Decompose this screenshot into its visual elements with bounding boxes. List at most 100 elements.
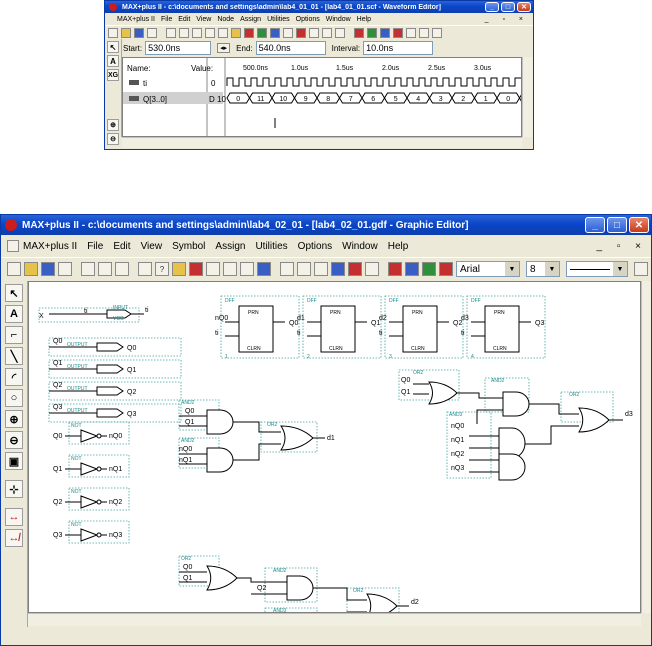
undo-icon[interactable] [138,262,152,276]
help-pointer-icon[interactable] [218,28,228,38]
message-processor-icon[interactable] [348,262,362,276]
programmer-icon[interactable] [331,262,345,276]
end-time-field[interactable]: 540.0ns [255,41,326,55]
close-button[interactable]: ✕ [517,2,531,12]
zoom-in-icon[interactable]: ⊕ [5,410,23,428]
fit-window-icon[interactable]: ▣ [5,452,23,470]
floorplan-icon[interactable] [206,262,220,276]
save-check-icon[interactable] [223,262,237,276]
zoom-out-icon[interactable]: ⊖ [107,133,119,145]
menu-utilities[interactable]: Utilities [267,16,290,23]
rubberbanding-on-icon[interactable]: ↔ [5,508,23,526]
clock-icon[interactable] [419,28,429,38]
menu-assign[interactable]: Assign [240,16,261,23]
circle-icon[interactable]: ○ [5,389,23,407]
timing-analyzer-icon[interactable] [314,262,328,276]
menu-file[interactable]: File [161,16,172,23]
arc-tool-icon[interactable] [439,262,453,276]
save-icon[interactable] [41,262,55,276]
paste-icon[interactable] [115,262,129,276]
cursor-arrows[interactable]: ◂▸ [217,43,231,53]
print-icon[interactable] [147,28,157,38]
line-width-icon[interactable] [634,262,648,276]
waveform-vertical-scrollbar[interactable] [522,57,533,137]
project-save-compile-icon[interactable] [322,28,332,38]
font-name-select[interactable]: Arial ▼ [456,261,520,277]
menu-window[interactable]: Window [326,16,351,23]
new-file-icon[interactable] [108,28,118,38]
report-icon[interactable] [365,262,379,276]
simulator-icon[interactable] [270,28,280,38]
text-tool-icon[interactable]: A [107,55,119,67]
save-simulate-icon[interactable] [257,262,271,276]
graphic-horizontal-scrollbar[interactable] [28,613,641,626]
menu-view[interactable]: View [141,241,163,252]
new-file-icon[interactable] [7,262,21,276]
selection-tool-icon[interactable]: ↖ [5,284,23,302]
overwrite-x-icon[interactable] [380,28,390,38]
signal-row-q[interactable]: Q[3..0] D 10 011109876543210111098 [123,92,522,104]
menu-node[interactable]: Node [217,16,234,23]
zoom-fit-icon[interactable] [432,28,442,38]
schematic-canvas[interactable]: Xti INPUT VCC ti Q0 OUTPUT Q0 Q1 OUTPUT Q1 Q2 OUTPU… [28,281,641,613]
print-icon[interactable] [58,262,72,276]
floorplan-icon[interactable] [244,28,254,38]
simulator-icon[interactable] [297,262,311,276]
graphic-vertical-scrollbar[interactable] [641,281,651,613]
menu-options[interactable]: Options [298,241,332,252]
hierarchy-icon[interactable] [231,28,241,38]
fit-page-icon[interactable]: ⊹ [5,480,23,498]
cut-icon[interactable] [81,262,95,276]
copy-icon[interactable] [98,262,112,276]
interval-field[interactable]: 10.0ns [363,41,434,55]
menu-utilities[interactable]: Utilities [255,241,287,252]
grid-icon[interactable] [406,28,416,38]
pointer-tool-icon[interactable]: ↖ [107,41,119,53]
waveform-edit-tool-icon[interactable]: XG [107,69,119,81]
timing-analyzer-icon[interactable] [283,28,293,38]
text-tool-icon[interactable]: A [5,305,23,323]
rubberband-icon[interactable] [388,262,402,276]
hierarchy-display-icon[interactable] [189,262,203,276]
menu-edit[interactable]: Edit [113,241,130,252]
font-size-select[interactable]: 8 ▼ [526,261,560,277]
zoom-in-icon[interactable]: ⊕ [107,119,119,131]
overwrite-z-icon[interactable] [393,28,403,38]
zoom-out-icon[interactable]: ⊖ [5,431,23,449]
menu-maxplus[interactable]: MAX+plus II [117,16,155,23]
cut-icon[interactable] [166,28,176,38]
menu-options[interactable]: Options [296,16,320,23]
mdi-controls[interactable]: _ ▫ × [596,241,647,252]
open-file-icon[interactable] [121,28,131,38]
save-icon[interactable] [134,28,144,38]
menu-maxplus[interactable]: MAX+plus II [23,241,77,252]
compiler-icon[interactable] [257,28,267,38]
help-pointer-icon[interactable]: ? [155,262,169,276]
start-time-field[interactable]: 530.0ns [145,41,212,55]
menu-help[interactable]: Help [357,16,371,23]
signal-row-ti[interactable]: ti 0 [129,77,521,88]
menu-edit[interactable]: Edit [178,16,190,23]
orthogonal-line-icon[interactable]: ⌐ [5,326,23,344]
overwrite-1-icon[interactable] [367,28,377,38]
compiler-icon[interactable] [280,262,294,276]
project-save-check-icon[interactable] [309,28,319,38]
maximize-button[interactable]: □ [501,2,515,12]
waveform-area[interactable]: Name: Value: 500.0ns 1.0us 1.5us 2.0us 2… [122,57,522,137]
project-save-simulate-icon[interactable] [335,28,345,38]
diagonal-line-icon[interactable]: ╲ [5,347,23,365]
paste-icon[interactable] [192,28,202,38]
save-compile-icon[interactable] [240,262,254,276]
menu-assign[interactable]: Assign [215,241,245,252]
overwrite-0-icon[interactable] [354,28,364,38]
line-tool-icon[interactable] [422,262,436,276]
menu-file[interactable]: File [87,241,103,252]
rubberbanding-off-icon[interactable]: ↮ [5,529,23,547]
mdi-controls[interactable]: _ ▫ × [485,16,529,23]
menu-window[interactable]: Window [342,241,378,252]
waveform-horizontal-scrollbar[interactable] [122,137,522,148]
close-button[interactable]: ✕ [629,217,649,233]
menu-help[interactable]: Help [388,241,409,252]
orthogonal-icon[interactable] [405,262,419,276]
hierarchy-up-icon[interactable] [172,262,186,276]
